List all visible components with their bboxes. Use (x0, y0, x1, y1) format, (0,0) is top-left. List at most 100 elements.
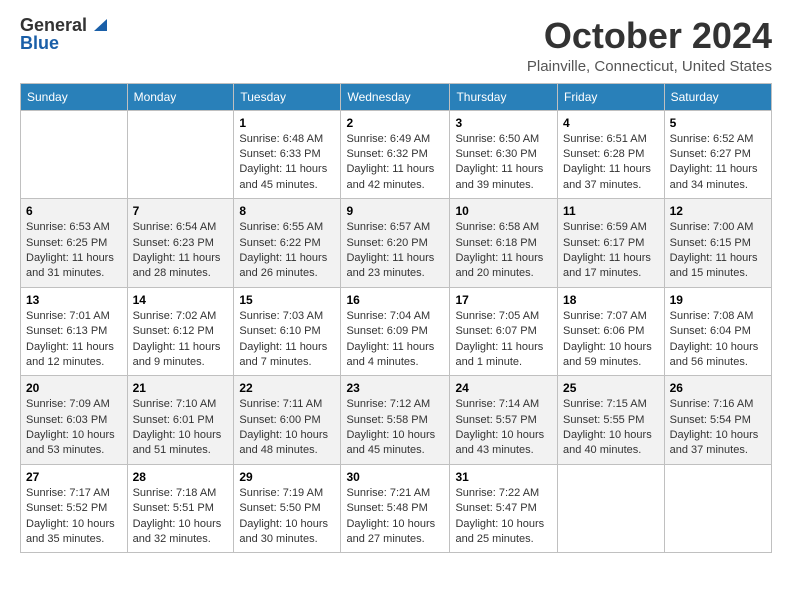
day-info: Sunrise: 6:48 AM Sunset: 6:33 PM Dayligh… (239, 132, 335, 194)
day-number: 10 (455, 204, 552, 218)
calendar-cell: 6Sunrise: 6:53 AM Sunset: 6:25 PM Daylig… (21, 199, 128, 288)
calendar-cell: 22 Sunrise: 7:11 AM Sunset: 6:00 PM Dayli… (234, 376, 341, 465)
day-info: Sunrise: 7:04 AM Sunset: 6:09 PM Dayligh… (346, 309, 444, 371)
day-number: 4 (563, 116, 659, 130)
day-info: Sunrise: 7:19 AM Sunset: 5:50 PM Dayligh… (239, 486, 335, 548)
calendar-cell: 30Sunrise: 7:21 AM Sunset: 5:48 PM Dayli… (341, 464, 450, 553)
day-number: 13 (26, 293, 122, 307)
header-saturday: Saturday (664, 83, 771, 110)
day-info: Sunrise: 6:50 AM Sunset: 6:30 PM Dayligh… (455, 132, 552, 194)
header-friday: Friday (558, 83, 665, 110)
calendar-cell: 11 Sunrise: 6:59 AM Sunset: 6:17 PM Dayli… (558, 199, 665, 288)
calendar-cell: 4 Sunrise: 6:51 AM Sunset: 6:28 PM Daylig… (558, 110, 665, 199)
header-sunday: Sunday (21, 83, 128, 110)
logo-blue-text: Blue (20, 34, 59, 52)
calendar-cell: 9Sunrise: 6:57 AM Sunset: 6:20 PM Daylig… (341, 199, 450, 288)
day-number: 24 (455, 381, 552, 395)
calendar-cell: 17Sunrise: 7:05 AM Sunset: 6:07 PM Dayli… (450, 287, 558, 376)
calendar-cell: 14 Sunrise: 7:02 AM Sunset: 6:12 PM Dayli… (127, 287, 234, 376)
day-number: 23 (346, 381, 444, 395)
day-info: Sunrise: 7:03 AM Sunset: 6:10 PM Dayligh… (239, 309, 335, 371)
day-info: Sunrise: 6:59 AM Sunset: 6:17 PM Dayligh… (563, 220, 659, 282)
day-info: Sunrise: 7:17 AM Sunset: 5:52 PM Dayligh… (26, 486, 122, 548)
calendar-cell (21, 110, 128, 199)
day-number: 5 (670, 116, 766, 130)
day-number: 14 (133, 293, 229, 307)
calendar-cell: 3 Sunrise: 6:50 AM Sunset: 6:30 PM Daylig… (450, 110, 558, 199)
header: General Blue October 2024 Plainville, Co… (20, 16, 772, 75)
calendar-cell: 8 Sunrise: 6:55 AM Sunset: 6:22 PM Daylig… (234, 199, 341, 288)
calendar-cell: 20 Sunrise: 7:09 AM Sunset: 6:03 PM Dayli… (21, 376, 128, 465)
day-number: 16 (346, 293, 444, 307)
calendar-cell: 29 Sunrise: 7:19 AM Sunset: 5:50 PM Dayli… (234, 464, 341, 553)
calendar-week-0: 1Sunrise: 6:48 AM Sunset: 6:33 PM Daylig… (21, 110, 772, 199)
day-info: Sunrise: 7:00 AM Sunset: 6:15 PM Dayligh… (670, 220, 766, 282)
day-number: 30 (346, 470, 444, 484)
calendar-week-1: 6Sunrise: 6:53 AM Sunset: 6:25 PM Daylig… (21, 199, 772, 288)
day-number: 11 (563, 204, 659, 218)
day-info: Sunrise: 7:10 AM Sunset: 6:01 PM Dayligh… (133, 397, 229, 459)
header-thursday: Thursday (450, 83, 558, 110)
day-info: Sunrise: 6:58 AM Sunset: 6:18 PM Dayligh… (455, 220, 552, 282)
logo-general-text: General (20, 16, 87, 34)
calendar-cell: 5 Sunrise: 6:52 AM Sunset: 6:27 PM Daylig… (664, 110, 771, 199)
day-number: 15 (239, 293, 335, 307)
day-number: 18 (563, 293, 659, 307)
title-section: October 2024 Plainville, Connecticut, Un… (527, 16, 772, 75)
day-number: 21 (133, 381, 229, 395)
day-number: 20 (26, 381, 122, 395)
day-number: 25 (563, 381, 659, 395)
calendar-cell: 19 Sunrise: 7:08 AM Sunset: 6:04 PM Dayli… (664, 287, 771, 376)
calendar-week-3: 20 Sunrise: 7:09 AM Sunset: 6:03 PM Dayli… (21, 376, 772, 465)
day-info: Sunrise: 7:22 AM Sunset: 5:47 PM Dayligh… (455, 486, 552, 548)
day-info: Sunrise: 7:05 AM Sunset: 6:07 PM Dayligh… (455, 309, 552, 371)
calendar-table: Sunday Monday Tuesday Wednesday Thursday… (20, 83, 772, 554)
calendar-cell: 12 Sunrise: 7:00 AM Sunset: 6:15 PM Dayli… (664, 199, 771, 288)
calendar-cell: 2Sunrise: 6:49 AM Sunset: 6:32 PM Daylig… (341, 110, 450, 199)
day-info: Sunrise: 6:52 AM Sunset: 6:27 PM Dayligh… (670, 132, 766, 194)
day-number: 3 (455, 116, 552, 130)
calendar-cell: 26Sunrise: 7:16 AM Sunset: 5:54 PM Dayli… (664, 376, 771, 465)
calendar-cell: 1Sunrise: 6:48 AM Sunset: 6:33 PM Daylig… (234, 110, 341, 199)
day-info: Sunrise: 7:09 AM Sunset: 6:03 PM Dayligh… (26, 397, 122, 459)
day-number: 19 (670, 293, 766, 307)
calendar-cell: 23Sunrise: 7:12 AM Sunset: 5:58 PM Dayli… (341, 376, 450, 465)
day-info: Sunrise: 7:08 AM Sunset: 6:04 PM Dayligh… (670, 309, 766, 371)
calendar-cell: 15 Sunrise: 7:03 AM Sunset: 6:10 PM Dayli… (234, 287, 341, 376)
day-number: 29 (239, 470, 335, 484)
calendar-week-2: 13 Sunrise: 7:01 AM Sunset: 6:13 PM Dayli… (21, 287, 772, 376)
calendar-cell: 10 Sunrise: 6:58 AM Sunset: 6:18 PM Dayli… (450, 199, 558, 288)
day-number: 22 (239, 381, 335, 395)
day-info: Sunrise: 7:16 AM Sunset: 5:54 PM Dayligh… (670, 397, 766, 459)
calendar-cell: 31 Sunrise: 7:22 AM Sunset: 5:47 PM Dayli… (450, 464, 558, 553)
month-title: October 2024 (527, 16, 772, 56)
day-info: Sunrise: 7:14 AM Sunset: 5:57 PM Dayligh… (455, 397, 552, 459)
calendar-cell: 24 Sunrise: 7:14 AM Sunset: 5:57 PM Dayli… (450, 376, 558, 465)
day-number: 12 (670, 204, 766, 218)
calendar-cell: 16 Sunrise: 7:04 AM Sunset: 6:09 PM Dayli… (341, 287, 450, 376)
day-info: Sunrise: 6:55 AM Sunset: 6:22 PM Dayligh… (239, 220, 335, 282)
day-info: Sunrise: 6:49 AM Sunset: 6:32 PM Dayligh… (346, 132, 444, 194)
day-info: Sunrise: 7:07 AM Sunset: 6:06 PM Dayligh… (563, 309, 659, 371)
day-number: 31 (455, 470, 552, 484)
calendar-cell: 28Sunrise: 7:18 AM Sunset: 5:51 PM Dayli… (127, 464, 234, 553)
page-container: General Blue October 2024 Plainville, Co… (0, 0, 792, 563)
day-number: 7 (133, 204, 229, 218)
calendar-cell: 27Sunrise: 7:17 AM Sunset: 5:52 PM Dayli… (21, 464, 128, 553)
logo-icon (89, 15, 107, 33)
day-info: Sunrise: 7:11 AM Sunset: 6:00 PM Dayligh… (239, 397, 335, 459)
calendar-cell: 7 Sunrise: 6:54 AM Sunset: 6:23 PM Daylig… (127, 199, 234, 288)
day-info: Sunrise: 6:57 AM Sunset: 6:20 PM Dayligh… (346, 220, 444, 282)
day-info: Sunrise: 7:02 AM Sunset: 6:12 PM Dayligh… (133, 309, 229, 371)
logo: General Blue (20, 16, 107, 52)
calendar-cell: 13 Sunrise: 7:01 AM Sunset: 6:13 PM Dayli… (21, 287, 128, 376)
header-wednesday: Wednesday (341, 83, 450, 110)
day-info: Sunrise: 7:01 AM Sunset: 6:13 PM Dayligh… (26, 309, 122, 371)
day-number: 28 (133, 470, 229, 484)
location-title: Plainville, Connecticut, United States (527, 58, 772, 75)
day-info: Sunrise: 6:51 AM Sunset: 6:28 PM Dayligh… (563, 132, 659, 194)
calendar-cell: 25Sunrise: 7:15 AM Sunset: 5:55 PM Dayli… (558, 376, 665, 465)
calendar-cell: 18 Sunrise: 7:07 AM Sunset: 6:06 PM Dayli… (558, 287, 665, 376)
day-number: 8 (239, 204, 335, 218)
day-info: Sunrise: 6:54 AM Sunset: 6:23 PM Dayligh… (133, 220, 229, 282)
